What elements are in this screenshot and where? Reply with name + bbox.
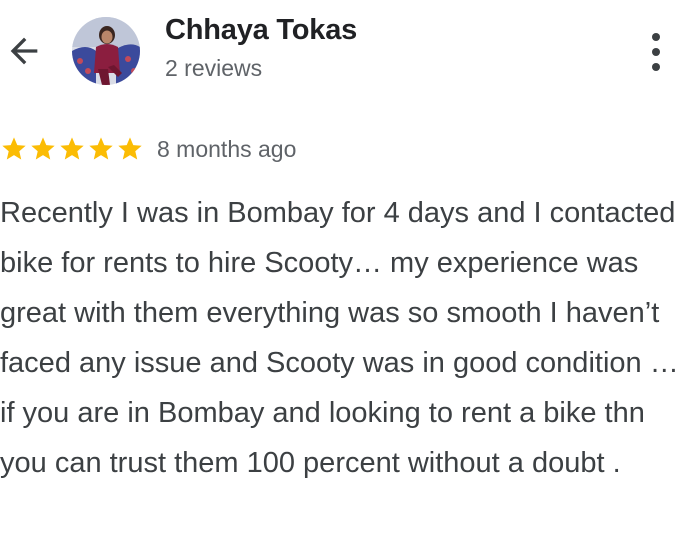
star-icon (31, 137, 55, 160)
star-icon (118, 137, 142, 160)
more-vert-icon-dot (652, 48, 660, 56)
review-header: Chhaya Tokas 2 reviews (0, 0, 682, 100)
arrow-back-icon (10, 37, 38, 65)
more-vert-icon-dot (652, 63, 660, 71)
author-review-count: 2 reviews (165, 55, 263, 81)
review-date: 8 months ago (157, 135, 297, 162)
star-icon (60, 137, 84, 160)
star-icon (89, 137, 113, 160)
more-vert-icon (652, 33, 660, 41)
author-name[interactable]: Chhaya Tokas (165, 14, 357, 47)
avatar-photo (72, 17, 140, 85)
rating-row: 8 months ago (0, 133, 296, 165)
review-text: Recently I was in Bombay for 4 days and … (0, 197, 679, 479)
avatar[interactable] (72, 17, 140, 85)
star-rating (0, 135, 145, 163)
star-icon (2, 137, 26, 160)
more-options-button[interactable] (634, 28, 678, 76)
back-button[interactable] (2, 29, 46, 73)
